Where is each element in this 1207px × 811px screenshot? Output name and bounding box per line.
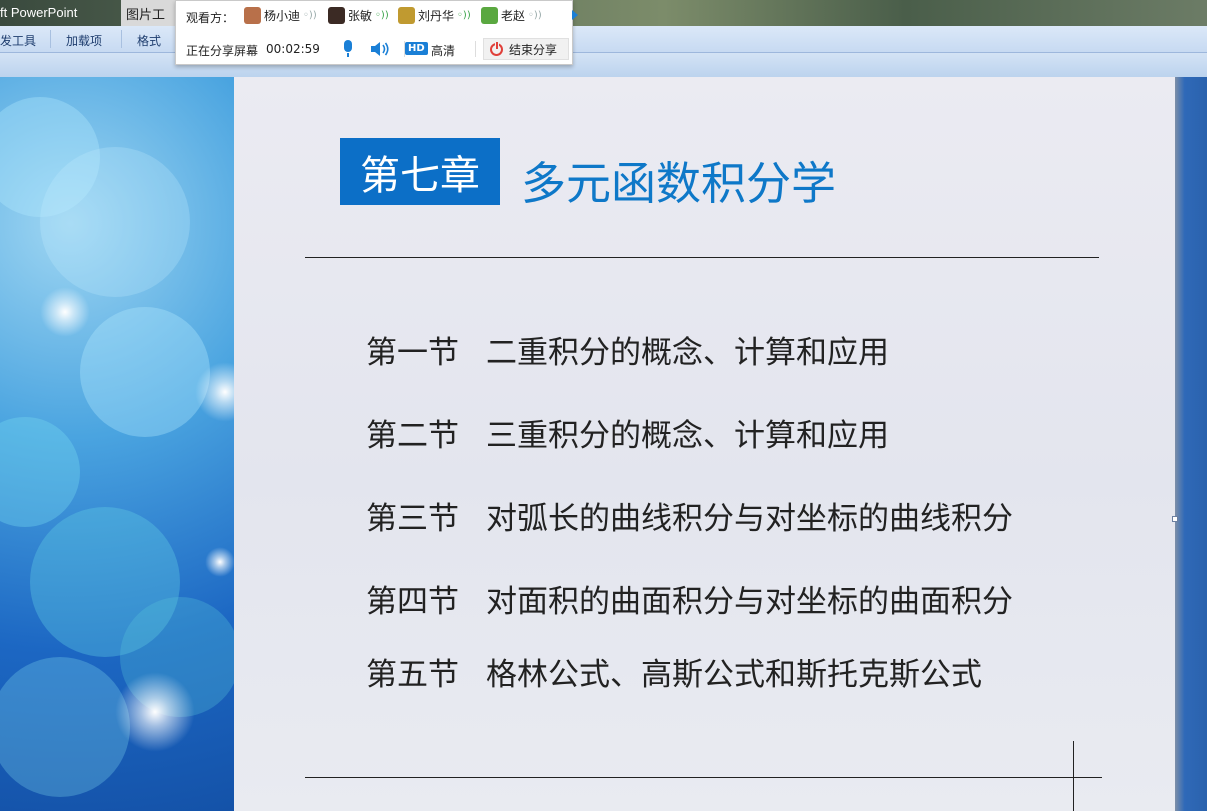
- bottom-divider: [305, 777, 1102, 778]
- avatar: [481, 7, 498, 24]
- chapter-label-box: 第七章: [340, 138, 500, 205]
- power-icon: [490, 40, 503, 56]
- voice-signal-icon: ◦)): [303, 10, 317, 21]
- section-number: 第二节: [366, 418, 459, 454]
- section-item: 第五节 格林公式、高斯公式和斯托克斯公式: [366, 649, 982, 694]
- section-number: 第五节: [366, 657, 459, 693]
- viewer-name: 刘丹华: [418, 9, 455, 23]
- viewer-item[interactable]: 刘丹华 ◦)): [398, 7, 471, 24]
- end-share-button[interactable]: 结束分享: [483, 38, 569, 60]
- speaker-icon[interactable]: [370, 41, 390, 57]
- quality-label[interactable]: 高清: [431, 42, 455, 59]
- bokeh-bubble: [0, 657, 130, 797]
- end-share-label: 结束分享: [509, 42, 558, 57]
- viewer-item[interactable]: 张敏 ◦)): [328, 7, 389, 24]
- voice-signal-icon: ◦)): [457, 10, 471, 21]
- slide-background-decoration: [0, 77, 234, 811]
- bokeh-bubble: [40, 147, 190, 297]
- share-timer: 00:02:59: [266, 42, 320, 56]
- screen-share-panel: 观看方： 杨小迪 ◦)) 张敏 ◦)) 刘丹华 ◦)) 老赵 ◦)) 正在分享屏…: [175, 0, 578, 65]
- tab-addins[interactable]: 加载项: [66, 32, 102, 49]
- viewer-name: 杨小迪: [264, 9, 301, 23]
- share-status: 正在分享屏幕: [186, 44, 259, 58]
- more-viewers-arrow-icon[interactable]: [572, 10, 578, 20]
- light-spark: [40, 287, 90, 337]
- bokeh-bubble: [80, 307, 210, 437]
- viewer-item[interactable]: 杨小迪 ◦)): [244, 7, 317, 24]
- viewers-label: 观看方：: [186, 11, 235, 25]
- share-controls-row: 正在分享屏幕 00:02:59 HD 高清 结束分享: [186, 38, 570, 60]
- section-item: 第四节 对面积的曲面积分与对坐标的曲面积分: [366, 576, 1013, 621]
- avatar: [328, 7, 345, 24]
- viewer-item[interactable]: 老赵 ◦)): [481, 7, 542, 24]
- top-divider: [305, 257, 1099, 258]
- voice-signal-icon: ◦)): [375, 10, 389, 21]
- avatar: [398, 7, 415, 24]
- tab-separator: [121, 30, 122, 48]
- control-separator: [475, 41, 476, 57]
- section-item: 第一节 二重积分的概念、计算和应用: [366, 327, 889, 372]
- avatar: [244, 7, 261, 24]
- tab-developer[interactable]: 发工具: [0, 32, 36, 49]
- powerpoint-window: ft PowerPoint 图片工具 发工具 加载项 格式 第七章 多元函数积分…: [0, 0, 1207, 811]
- viewer-name: 张敏: [348, 9, 373, 23]
- section-number: 第四节: [366, 584, 459, 620]
- section-item: 第三节 对弧长的曲线积分与对坐标的曲线积分: [366, 493, 1013, 538]
- voice-signal-icon: ◦)): [528, 10, 542, 21]
- section-title: 格林公式、高斯公式和斯托克斯公式: [486, 657, 982, 693]
- section-title: 二重积分的概念、计算和应用: [486, 335, 889, 371]
- hd-badge-icon[interactable]: HD: [405, 42, 428, 55]
- tab-separator: [50, 30, 51, 48]
- right-background-edge: [1175, 77, 1207, 811]
- bokeh-bubble: [0, 417, 80, 527]
- section-number: 第一节: [366, 335, 459, 371]
- context-tab-picture-tools[interactable]: 图片工具: [121, 0, 177, 42]
- slide-canvas[interactable]: 第七章 多元函数积分学 第一节 二重积分的概念、计算和应用 第二节 三重积分的概念、…: [234, 77, 1175, 811]
- resize-handle[interactable]: [1172, 516, 1178, 522]
- viewer-name: 老赵: [501, 9, 526, 23]
- section-title: 对弧长的曲线积分与对坐标的曲线积分: [486, 501, 1013, 537]
- app-title: ft PowerPoint: [0, 5, 78, 20]
- section-number: 第三节: [366, 501, 459, 537]
- crop-mark: [1073, 741, 1074, 811]
- light-spark: [205, 547, 234, 577]
- viewers-row: 观看方： 杨小迪 ◦)) 张敏 ◦)) 刘丹华 ◦)) 老赵 ◦)): [186, 7, 578, 27]
- section-title: 对面积的曲面积分与对坐标的曲面积分: [486, 584, 1013, 620]
- microphone-icon[interactable]: [344, 40, 352, 57]
- chapter-title: 多元函数积分学: [521, 157, 837, 210]
- light-spark: [115, 672, 195, 752]
- section-title: 三重积分的概念、计算和应用: [486, 418, 889, 454]
- section-item: 第二节 三重积分的概念、计算和应用: [366, 410, 889, 455]
- tab-format[interactable]: 格式: [137, 32, 161, 49]
